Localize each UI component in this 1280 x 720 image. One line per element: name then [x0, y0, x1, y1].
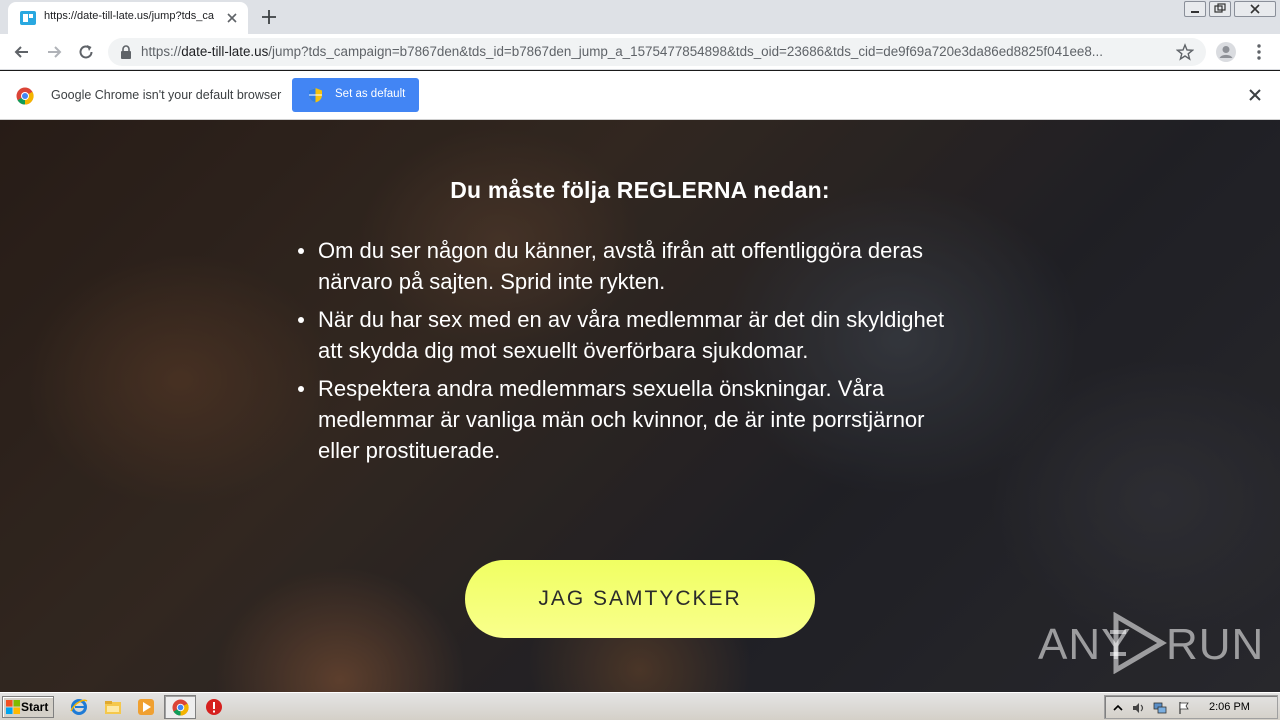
media-player-icon[interactable] — [137, 698, 155, 716]
tab-close-icon[interactable] — [224, 10, 240, 26]
tab-title: https://date-till-late.us/jump?tds_ca — [44, 10, 214, 22]
profile-avatar-icon[interactable] — [1215, 41, 1237, 63]
browser-tab[interactable]: https://date-till-late.us/jump?tds_ca — [8, 2, 248, 34]
menu-kebab-icon[interactable] — [1251, 43, 1267, 61]
uac-shield-icon — [309, 88, 322, 103]
browser-toolbar: https://date-till-late.us/jump?tds_campa… — [0, 34, 1280, 70]
infobar-close-icon[interactable] — [1248, 88, 1262, 102]
rules-panel: Du måste följa REGLERNA nedan: Om du ser… — [0, 120, 1280, 692]
rules-heading: Du måste följa REGLERNA nedan: — [450, 177, 830, 203]
system-tray: 2:06 PM — [1104, 695, 1278, 719]
default-browser-infobar: Google Chrome isn't your default browser… — [0, 71, 1280, 120]
rule-item: Respektera andra medlemmars sexuella öns… — [298, 373, 968, 466]
rule-item: Om du ser någon du känner, avstå ifrån a… — [298, 235, 968, 297]
network-icon[interactable] — [1153, 701, 1167, 715]
rules-list: Om du ser någon du känner, avstå ifrån a… — [298, 235, 968, 473]
reload-icon[interactable] — [76, 42, 96, 62]
stop-sign-icon[interactable] — [205, 698, 223, 716]
bookmark-star-icon[interactable] — [1176, 43, 1194, 61]
rule-item: När du har sex med en av våra medlemmar … — [298, 304, 968, 366]
page-content-area: Du måste följa REGLERNA nedan: Om du ser… — [0, 120, 1280, 692]
chrome-taskbar-button[interactable] — [164, 695, 196, 719]
agree-button[interactable]: JAG SAMTYCKER — [465, 560, 815, 638]
play-logo-icon — [1110, 612, 1167, 674]
taskbar-clock: 2:06 PM — [1209, 701, 1250, 713]
action-center-flag-icon[interactable] — [1177, 701, 1191, 715]
new-tab-icon[interactable] — [258, 6, 280, 28]
chrome-taskbar-icon — [172, 699, 189, 716]
file-explorer-icon[interactable] — [104, 698, 122, 716]
start-button[interactable]: Start — [2, 696, 54, 718]
infobar-message: Google Chrome isn't your default browser — [51, 88, 282, 102]
watermark-run: RUN — [1166, 620, 1265, 669]
volume-icon[interactable] — [1131, 701, 1145, 715]
url-text: https://date-till-late.us/jump?tds_campa… — [141, 44, 1161, 59]
address-bar[interactable]: https://date-till-late.us/jump?tds_campa… — [108, 38, 1206, 66]
minimize-button[interactable] — [1184, 1, 1206, 17]
window-close-button[interactable] — [1234, 1, 1276, 17]
tab-strip: https://date-till-late.us/jump?tds_ca — [0, 0, 1280, 34]
url-scheme: https:// — [141, 44, 182, 59]
back-icon[interactable] — [12, 42, 32, 62]
tray-expand-icon[interactable] — [1111, 701, 1125, 715]
window-close-icon — [1250, 4, 1260, 14]
chrome-logo-icon — [16, 87, 34, 105]
windows-flag-icon — [6, 700, 20, 714]
url-path: /jump?tds_campaign=b7867den&tds_id=b7867… — [268, 44, 1103, 59]
set-as-default-label: Set as default — [335, 88, 406, 100]
site-favicon-icon — [20, 11, 36, 25]
anyrun-watermark: ANY RUN — [1038, 612, 1263, 674]
lock-icon — [121, 45, 131, 59]
set-as-default-button[interactable]: Set as default — [292, 78, 419, 112]
start-label: Start — [21, 700, 49, 714]
windows-taskbar: Start 2:06 PM — [0, 692, 1280, 720]
forward-icon[interactable] — [44, 42, 64, 62]
restore-button[interactable] — [1209, 1, 1231, 17]
minimize-icon — [1191, 11, 1199, 13]
internet-explorer-icon[interactable] — [70, 698, 88, 716]
restore-icon — [1214, 3, 1226, 13]
url-host: date-till-late.us — [181, 44, 269, 59]
